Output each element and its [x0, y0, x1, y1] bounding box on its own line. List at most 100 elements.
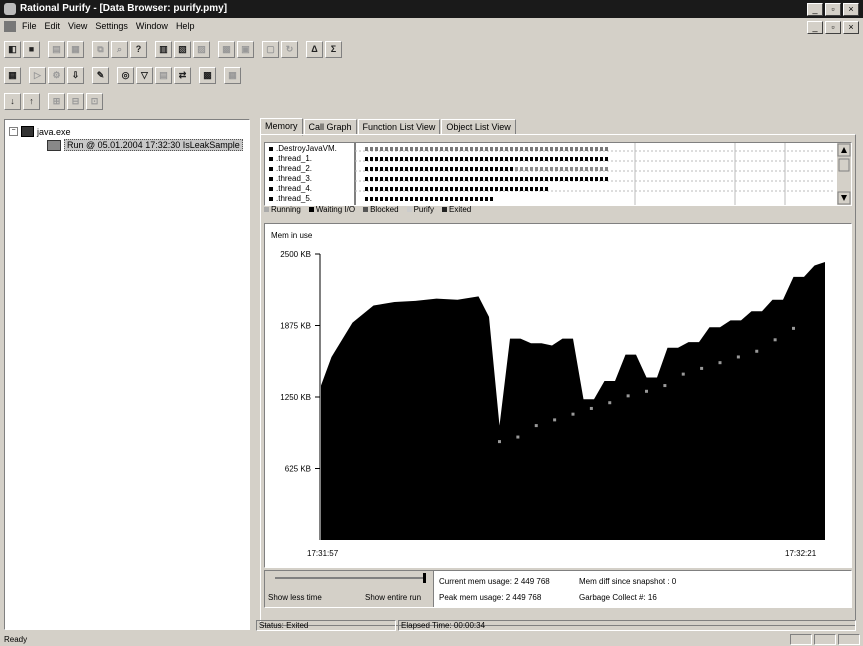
minimize-button[interactable]: _ [807, 3, 823, 16]
thread-timeline [354, 143, 851, 205]
status-bar: Ready [0, 634, 863, 646]
memory-chart-svg: Mem in use 2500 KB 1875 KB 1250 KB 625 KB 1… [271, 231, 825, 558]
gc-marker [626, 394, 630, 398]
view-c-icon[interactable]: ▨ [193, 40, 210, 58]
menu-settings[interactable]: Settings [95, 21, 128, 31]
y-tick-label: 1250 KB [280, 393, 311, 402]
expand-all-icon[interactable]: ⊡ [86, 92, 103, 110]
settings-icon[interactable]: ⚙ [48, 66, 65, 84]
peak-mem-usage: Peak mem usage: 2 449 768 [439, 593, 542, 602]
menu-edit[interactable]: Edit [45, 21, 61, 31]
gc-marker [681, 372, 685, 376]
legend-purify: Purify [406, 205, 434, 214]
arrow-down-icon[interactable]: ↓ [4, 92, 21, 110]
status-text: Ready [4, 635, 28, 644]
legend-running: Running [264, 205, 301, 214]
help-icon[interactable]: ? [130, 40, 147, 58]
status-indicator [790, 634, 812, 645]
tree-item-java[interactable]: − java.exe [9, 126, 71, 137]
collapse-icon[interactable]: ⊟ [67, 92, 84, 110]
thread-name: .thread_3. [269, 174, 312, 183]
expand-icon[interactable]: ⊞ [48, 92, 65, 110]
thread-name: .thread_1. [269, 154, 312, 163]
thread-name: .DestroyJavaVM. [269, 144, 337, 153]
tab-function-list-view[interactable]: Function List View [357, 119, 441, 135]
document-controls: _ ▫ × [807, 21, 859, 34]
gc-marker [553, 418, 557, 422]
zoom-slider-thumb[interactable] [423, 573, 426, 583]
show-less-time-button[interactable]: Show less time [268, 593, 322, 602]
doc-close-button[interactable]: × [843, 21, 859, 34]
doc-minimize-button[interactable]: _ [807, 21, 823, 34]
view-a-icon[interactable]: ▥ [155, 40, 172, 58]
x-end-label: 17:32:21 [785, 549, 817, 558]
thread-name: .thread_4. [269, 184, 312, 193]
toolbar-run: ▦ ▷ ⚙ ⇩ ✎ ◎ ▽ ▤ ⇄ ▩ ▦ [4, 64, 241, 86]
window-title: Rational Purify - [Data Browser: purify.… [20, 3, 228, 14]
gc-marker [645, 389, 648, 393]
print-icon[interactable]: ▤ [48, 40, 65, 58]
data-browser-icon[interactable]: ▦ [4, 66, 21, 84]
refresh-icon[interactable]: ↻ [281, 40, 298, 58]
show-entire-run-button[interactable]: Show entire run [365, 593, 421, 602]
y-tick-label: 625 KB [285, 465, 311, 474]
view-f-icon[interactable]: ▢ [262, 40, 279, 58]
snapshot-icon[interactable]: ◎ [117, 66, 134, 84]
doc-maximize-button[interactable]: ▫ [825, 21, 841, 34]
time-zoom-control: Show less time Show entire run [265, 571, 434, 607]
view-d-icon[interactable]: ▩ [218, 40, 235, 58]
tab-call-graph[interactable]: Call Graph [303, 119, 357, 135]
status-panel: Status: Exited [256, 620, 396, 631]
menu-bar: File Edit View Settings Window Help _ ▫ … [0, 19, 863, 35]
open-icon[interactable]: ◧ [4, 40, 21, 58]
gc-marker [755, 349, 759, 353]
run-icon [47, 139, 61, 151]
maximize-button[interactable]: ▫ [825, 3, 841, 16]
merge-icon[interactable]: ▤ [155, 66, 172, 84]
elapsed-panel: Elapsed Time: 00:00:34 [398, 620, 856, 631]
purify-app-icon [4, 3, 16, 15]
menu-window[interactable]: Window [136, 21, 168, 31]
run-icon[interactable]: ▷ [29, 66, 46, 84]
pencil-icon[interactable]: ✎ [92, 66, 109, 84]
status-indicator [838, 634, 860, 645]
grid-icon[interactable]: ▦ [224, 66, 241, 84]
memory-chart: Mem in use 2500 KB 1875 KB 1250 KB 625 KB 1… [264, 223, 852, 568]
garbage-collect-count: Garbage Collect #: 16 [579, 593, 657, 602]
menu-view[interactable]: View [68, 21, 87, 31]
legend-exited: Exited [442, 205, 471, 214]
view-e-icon[interactable]: ▣ [237, 40, 254, 58]
view-b-icon[interactable]: ▧ [174, 40, 191, 58]
print-preview-icon[interactable]: ▦ [67, 40, 84, 58]
gc-marker [516, 435, 520, 439]
tree-item-run[interactable]: Run @ 05.01.2004 17:32:30 IsLeakSample [47, 139, 243, 151]
current-mem-usage: Current mem usage: 2 449 768 [439, 577, 550, 586]
gc-marker [571, 412, 575, 416]
title-bar: Rational Purify - [Data Browser: purify.… [0, 0, 863, 18]
close-button[interactable]: × [843, 3, 859, 16]
memory-area [321, 262, 825, 540]
report-icon[interactable]: ▩ [199, 66, 216, 84]
tab-object-list-view[interactable]: Object List View [441, 119, 516, 135]
gc-marker [589, 406, 593, 410]
find-icon[interactable]: ⌕ [111, 40, 128, 58]
menu-file[interactable]: File [22, 21, 37, 31]
zoom-slider[interactable] [275, 577, 425, 579]
copy-icon[interactable]: ⧉ [92, 40, 109, 58]
legend-blocked: Blocked [363, 205, 399, 214]
tree-item-label: java.exe [37, 126, 71, 137]
window-controls: _ ▫ × [807, 3, 859, 16]
delta-icon[interactable]: Δ [306, 40, 323, 58]
menu-help[interactable]: Help [176, 21, 195, 31]
sum-icon[interactable]: Σ [325, 40, 342, 58]
compare-icon[interactable]: ⇄ [174, 66, 191, 84]
save-icon[interactable]: ■ [23, 40, 40, 58]
collapse-toggle-icon[interactable]: − [9, 127, 18, 136]
document-icon[interactable] [4, 21, 16, 32]
instrument-icon[interactable]: ⇩ [67, 66, 84, 84]
arrow-up-icon[interactable]: ↑ [23, 92, 40, 110]
filter-icon[interactable]: ▽ [136, 66, 153, 84]
status-indicator [814, 634, 836, 645]
gc-marker [773, 338, 777, 342]
toolbar-nav: ↓ ↑ ⊞ ⊟ ⊡ [4, 90, 103, 112]
